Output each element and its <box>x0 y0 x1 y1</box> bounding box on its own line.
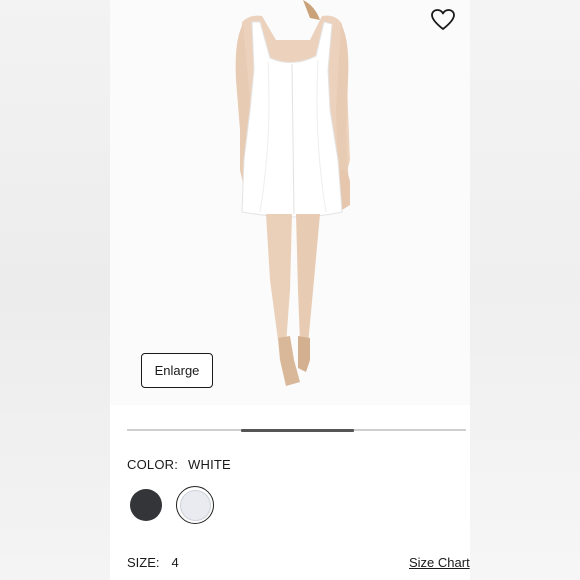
color-swatch-white-fill <box>179 489 211 521</box>
carousel-progress-track[interactable] <box>127 428 466 432</box>
color-swatch-black[interactable] <box>130 489 162 521</box>
color-selection-label: COLOR: WHITE <box>127 457 231 472</box>
background-left <box>0 0 110 580</box>
product-panel: Enlarge COLOR: WHITE SIZE: 4 Size Chart <box>110 0 470 580</box>
background-right <box>470 0 580 580</box>
product-image[interactable]: Enlarge <box>110 0 470 405</box>
carousel-progress-thumb[interactable] <box>240 428 355 432</box>
enlarge-button[interactable]: Enlarge <box>141 353 213 388</box>
size-label: SIZE: <box>127 555 160 570</box>
color-label: COLOR: <box>127 457 179 472</box>
color-swatch-white[interactable] <box>176 486 214 524</box>
size-chart-link[interactable]: Size Chart <box>409 555 470 570</box>
size-value: 4 <box>171 555 179 570</box>
size-selection-label: SIZE: 4 <box>127 555 179 570</box>
dress-model-figure <box>235 0 350 386</box>
color-value: WHITE <box>188 457 231 472</box>
wishlist-heart-icon[interactable] <box>430 8 456 32</box>
